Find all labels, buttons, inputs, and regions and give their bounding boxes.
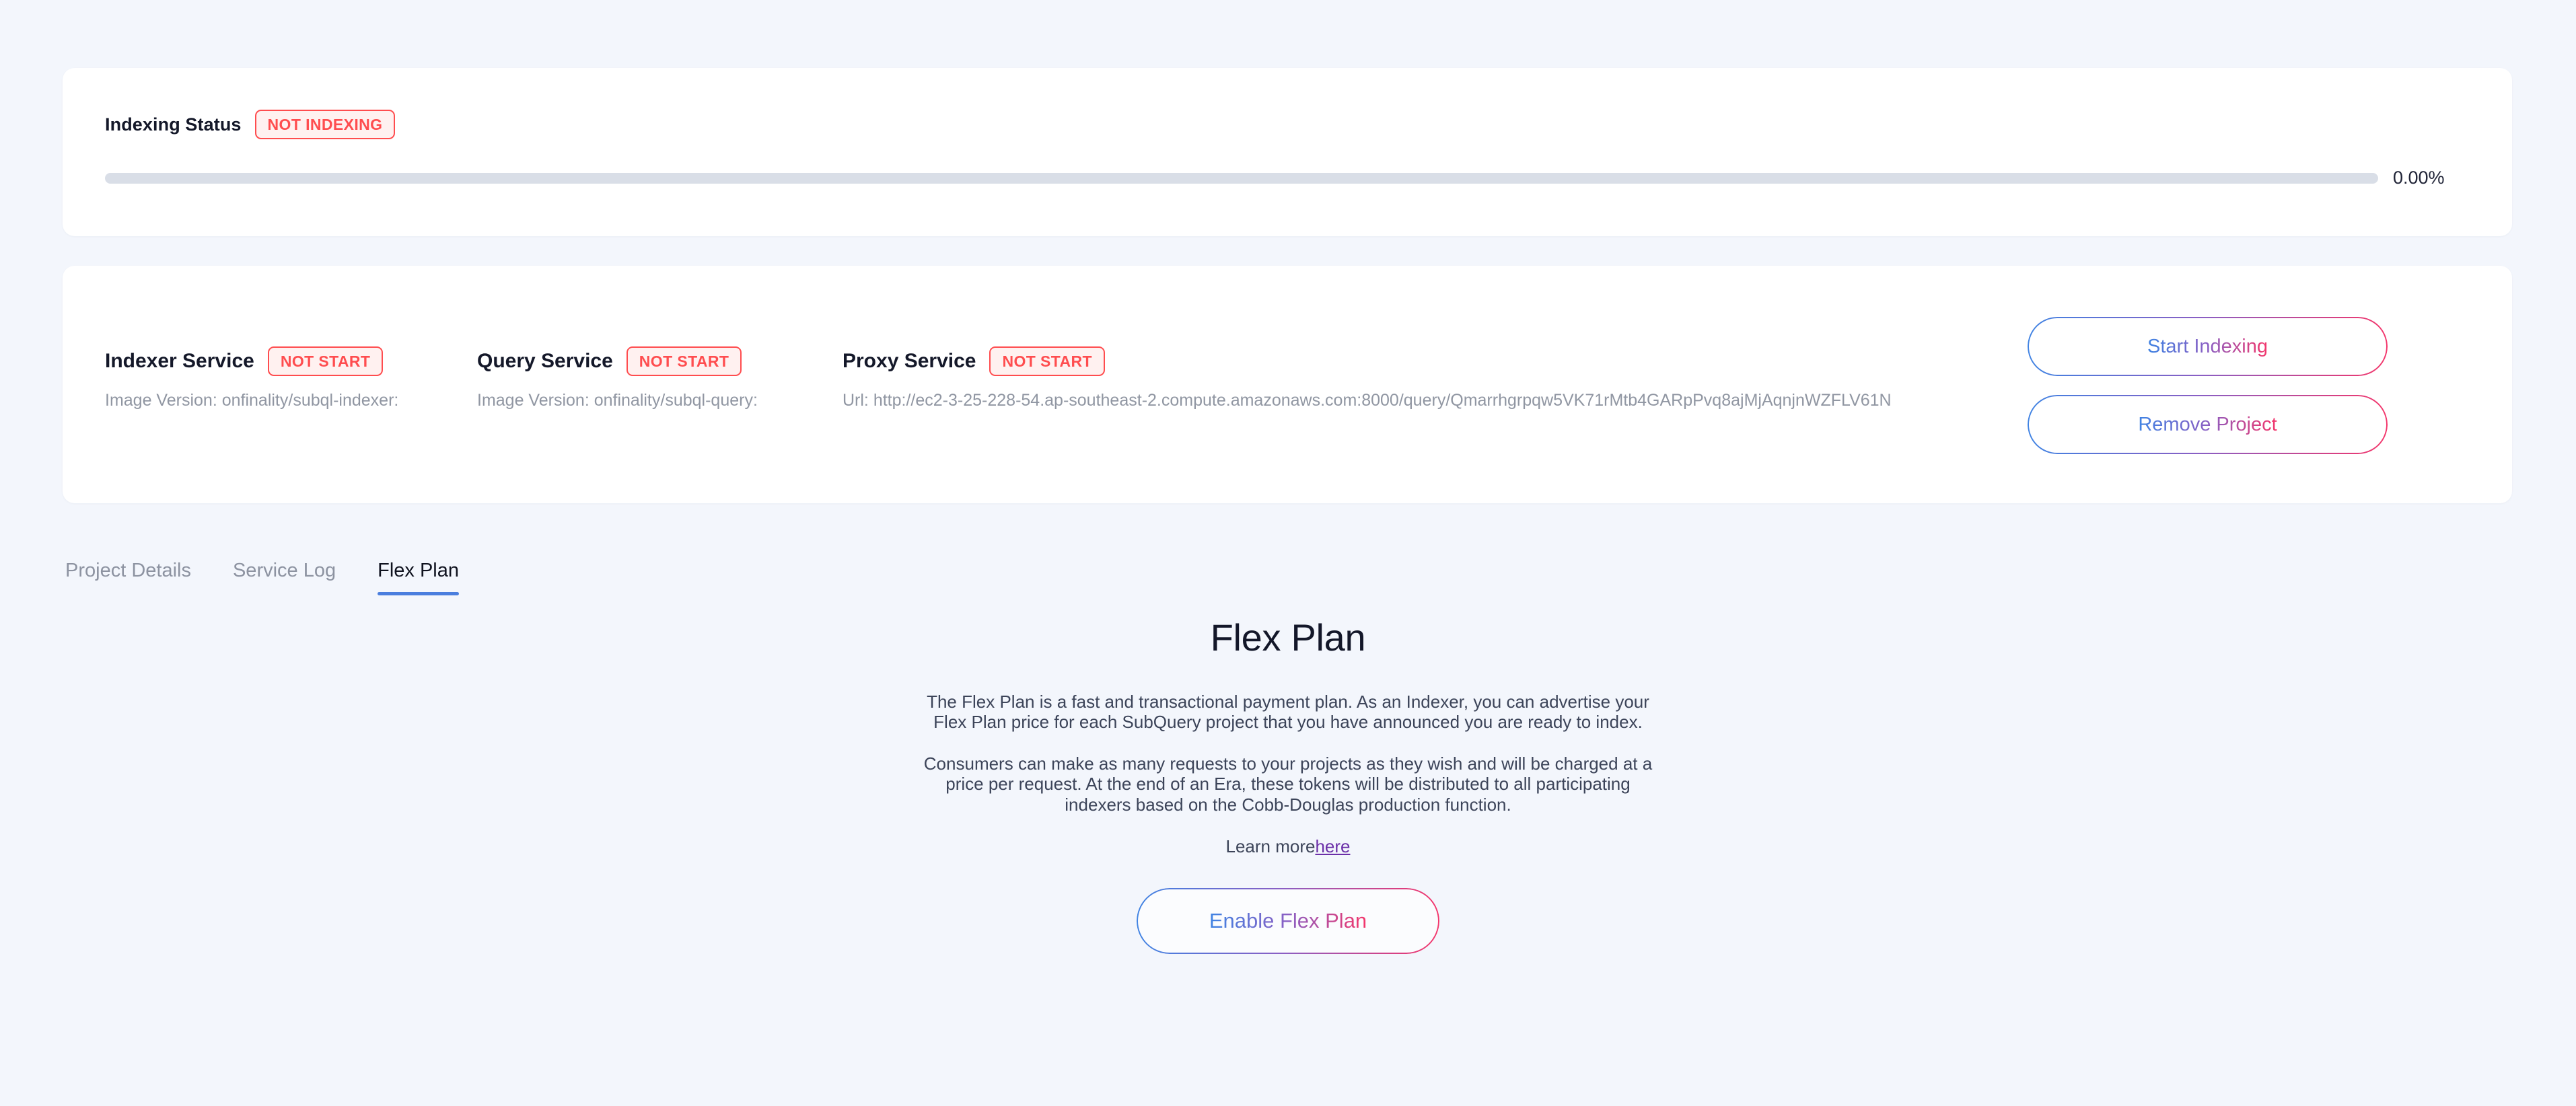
indexing-status-card: Indexing Status NOT INDEXING 0.00% (63, 68, 2512, 236)
start-indexing-button-label: Start Indexing (2147, 335, 2268, 357)
service-query-detail: Image Version: onfinality/subql-query: (477, 391, 758, 410)
flex-plan-paragraph-2: Consumers can make as many requests to y… (923, 753, 1653, 815)
indexing-progress-bar (105, 172, 2378, 184)
indexing-status-row: Indexing Status NOT INDEXING (105, 110, 396, 139)
service-indexer-detail: Image Version: onfinality/subql-indexer: (105, 391, 399, 410)
enable-flex-plan-button-label: Enable Flex Plan (1209, 908, 1367, 932)
flex-plan-panel: Flex Plan The Flex Plan is a fast and tr… (0, 616, 2576, 954)
indexing-status-label: Indexing Status (105, 114, 242, 135)
service-proxy-url: Url: http://ec2-3-25-228-54.ap-southeast… (843, 391, 1892, 410)
service-indexer-header: Indexer Service NOT START (105, 346, 477, 376)
service-proxy: Proxy Service NOT START Url: http://ec2-… (843, 346, 2054, 410)
tab-flex-plan[interactable]: Flex Plan (378, 560, 459, 595)
service-indexer-status-badge: NOT START (267, 346, 384, 376)
flex-plan-learn-more-link[interactable]: here (1315, 836, 1350, 856)
project-tabs: Project Details Service Log Flex Plan (65, 560, 459, 595)
tab-project-details[interactable]: Project Details (65, 560, 191, 595)
service-query-status-badge: NOT START (626, 346, 742, 376)
tab-service-log[interactable]: Service Log (233, 560, 336, 595)
enable-flex-plan-button[interactable]: Enable Flex Plan (1137, 887, 1439, 954)
start-indexing-button[interactable]: Start Indexing (2028, 317, 2388, 376)
project-detail-page: Indexing Status NOT INDEXING 0.00% Index… (0, 0, 2576, 1106)
flex-plan-paragraph-1: The Flex Plan is a fast and transactiona… (927, 692, 1649, 733)
service-query-name: Query Service (477, 350, 613, 372)
service-indexer: Indexer Service NOT START Image Version:… (105, 346, 477, 410)
flex-plan-learn-more: Learn morehere (1225, 836, 1350, 857)
services-card: Indexer Service NOT START Image Version:… (63, 266, 2512, 503)
indexing-status-badge: NOT INDEXING (254, 110, 396, 139)
flex-plan-title: Flex Plan (1210, 616, 1366, 659)
service-query-header: Query Service NOT START (477, 346, 843, 376)
service-proxy-header: Proxy Service NOT START (843, 346, 2054, 376)
indexing-progress-value: 0.00% (2393, 168, 2445, 188)
service-proxy-name: Proxy Service (843, 350, 976, 372)
services-list: Indexer Service NOT START Image Version:… (105, 346, 2054, 410)
remove-project-button[interactable]: Remove Project (2028, 395, 2388, 454)
service-proxy-status-badge: NOT START (989, 346, 1105, 376)
remove-project-button-label: Remove Project (2138, 413, 2277, 435)
indexing-progress-row: 0.00% (105, 168, 2474, 188)
service-indexer-name: Indexer Service (105, 350, 254, 372)
service-query: Query Service NOT START Image Version: o… (477, 346, 843, 410)
flex-plan-learn-more-text: Learn more (1225, 836, 1316, 856)
